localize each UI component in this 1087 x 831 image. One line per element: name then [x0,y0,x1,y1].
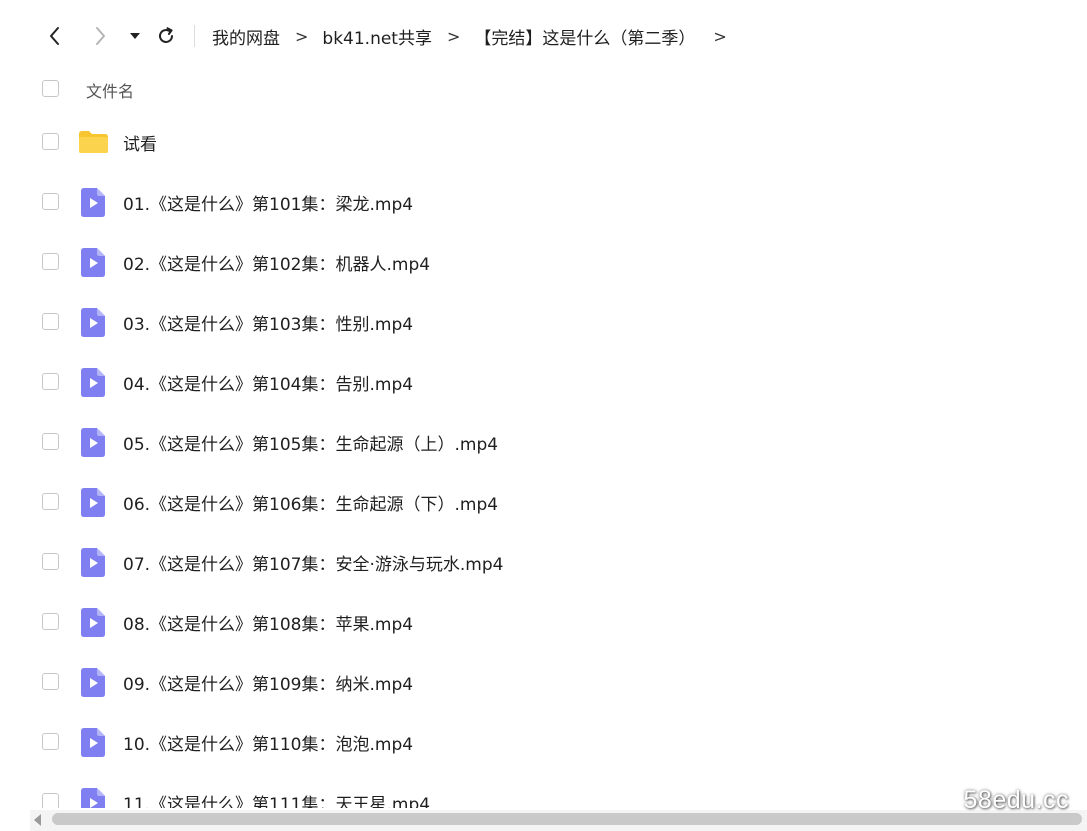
row-checkbox[interactable] [42,433,59,450]
video-file-icon [81,548,105,577]
list-item[interactable]: 11.《这是什么》第111集：天王星.mp4 [0,772,1087,808]
list-item[interactable]: 10.《这是什么》第110集：泡泡.mp4 [0,712,1087,772]
folder-name[interactable]: 试看 [123,130,157,155]
video-file-icon [81,788,105,808]
row-checkbox[interactable] [42,193,59,210]
video-file-icon [81,248,105,277]
video-file-icon [81,308,105,337]
back-button[interactable] [40,14,70,58]
file-name[interactable]: 06.《这是什么》第106集：生命起源（下）.mp4 [123,490,498,515]
scrollbar-thumb[interactable] [52,813,1082,825]
video-file-icon [81,488,105,517]
row-checkbox[interactable] [42,493,59,510]
breadcrumb-item-share[interactable]: bk41.net共享 [322,24,432,49]
file-name[interactable]: 08.《这是什么》第108集：苹果.mp4 [123,610,413,635]
file-name[interactable]: 09.《这是什么》第109集：纳米.mp4 [123,670,413,695]
row-checkbox[interactable] [42,673,59,690]
history-dropdown-button[interactable] [120,14,150,58]
list-item[interactable]: 05.《这是什么》第105集：生命起源（上）.mp4 [0,412,1087,472]
toolbar: 我的网盘 > bk41.net共享 > 【完结】这是什么（第二季） > [0,14,1087,58]
file-name[interactable]: 11.《这是什么》第111集：天王星.mp4 [123,790,430,808]
file-name[interactable]: 04.《这是什么》第104集：告别.mp4 [123,370,413,395]
video-file-icon [81,428,105,457]
list-item[interactable]: 03.《这是什么》第103集：性别.mp4 [0,292,1087,352]
toolbar-divider [194,25,195,47]
list-item[interactable]: 02.《这是什么》第102集：机器人.mp4 [0,232,1087,292]
row-checkbox[interactable] [42,793,59,808]
file-list: 文件名 试看 01.《这是什么》第101集：梁龙.mp4 02.《这是什么》第102… [0,0,1087,808]
scroll-left-arrow-icon[interactable] [34,814,41,826]
breadcrumb-separator: > [446,26,461,46]
column-header-filename[interactable]: 文件名 [86,78,134,102]
file-name[interactable]: 02.《这是什么》第102集：机器人.mp4 [123,250,430,275]
video-file-icon [81,608,105,637]
watermark: 58edu.cc [963,786,1069,814]
list-item[interactable]: 07.《这是什么》第107集：安全·游泳与玩水.mp4 [0,532,1087,592]
horizontal-scrollbar[interactable] [30,810,1087,831]
video-file-icon [81,188,105,217]
list-item[interactable]: 01.《这是什么》第101集：梁龙.mp4 [0,172,1087,232]
row-checkbox[interactable] [42,313,59,330]
file-name[interactable]: 01.《这是什么》第101集：梁龙.mp4 [123,190,413,215]
chevron-left-icon [50,27,59,45]
file-name[interactable]: 10.《这是什么》第110集：泡泡.mp4 [123,730,413,755]
breadcrumb-separator: > [295,26,309,46]
breadcrumb-item-my-drive[interactable]: 我的网盘 [212,24,280,49]
chevron-right-icon [96,27,105,45]
breadcrumb-expand-button[interactable]: > [713,27,726,46]
video-file-icon [81,728,105,757]
file-name[interactable]: 03.《这是什么》第103集：性别.mp4 [123,310,413,335]
row-checkbox[interactable] [42,253,59,270]
refresh-icon [159,27,173,43]
list-item[interactable]: 08.《这是什么》第108集：苹果.mp4 [0,592,1087,652]
breadcrumb-item-current-folder[interactable]: 【完结】这是什么（第二季） [474,24,695,49]
row-checkbox[interactable] [42,553,59,570]
refresh-button[interactable] [151,14,181,58]
row-checkbox[interactable] [42,133,59,150]
row-checkbox[interactable] [42,733,59,750]
list-item[interactable]: 06.《这是什么》第106集：生命起源（下）.mp4 [0,472,1087,532]
row-checkbox[interactable] [42,373,59,390]
select-all-checkbox[interactable] [42,80,59,97]
file-name[interactable]: 07.《这是什么》第107集：安全·游泳与玩水.mp4 [123,550,503,575]
list-item[interactable]: 09.《这是什么》第109集：纳米.mp4 [0,652,1087,712]
video-file-icon [81,668,105,697]
folder-icon [78,130,109,154]
caret-down-icon [130,33,140,39]
video-file-icon [81,368,105,397]
row-checkbox[interactable] [42,613,59,630]
list-item[interactable]: 试看 [0,112,1087,172]
file-name[interactable]: 05.《这是什么》第105集：生命起源（上）.mp4 [123,430,498,455]
forward-button[interactable] [85,14,115,58]
list-item[interactable]: 04.《这是什么》第104集：告别.mp4 [0,352,1087,412]
breadcrumb: 我的网盘 > bk41.net共享 > 【完结】这是什么（第二季） > [212,14,727,58]
